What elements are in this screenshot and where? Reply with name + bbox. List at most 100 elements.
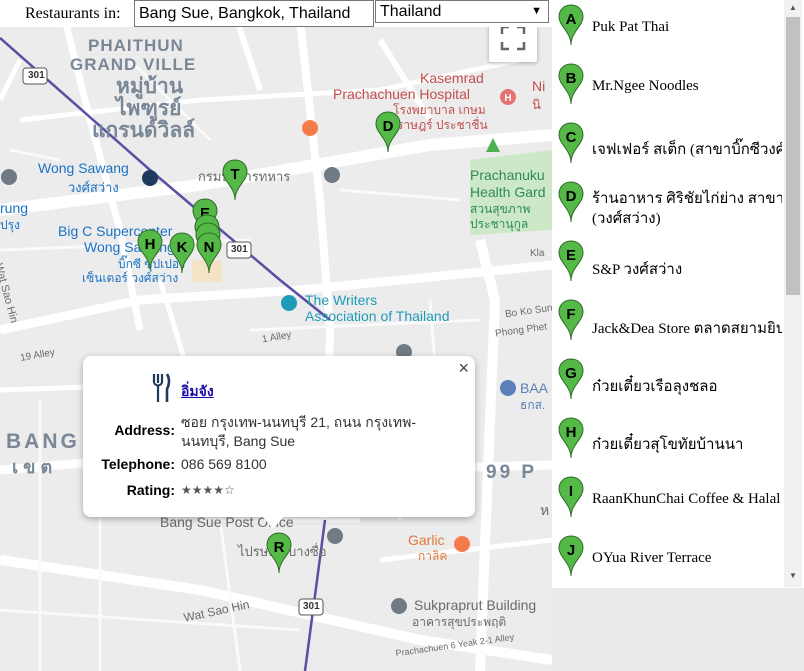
marker-pin: E: [558, 240, 584, 282]
list-item-name: Jack&Dea Store ตลาดสยามยิปซี: [592, 321, 782, 337]
map-label-wong-sawang-th: วงศ์สว่าง: [68, 180, 119, 195]
map-label-phaithun: PHAITHUN: [88, 36, 184, 55]
address-value: ซอย กรุงเทพ-นนทบุรี 21, ถนน กรุงเทพ-นนทบ…: [181, 414, 416, 449]
country-select[interactable]: Thailand ▼: [375, 0, 549, 23]
map-label-kasemrad-2: Prachachuen Hospital: [333, 86, 470, 102]
marker-letter: H: [144, 236, 156, 253]
rating-label: Rating:: [126, 482, 175, 498]
map-label-rung: rung: [0, 200, 29, 216]
marker-letter: N: [203, 239, 215, 256]
map-label-baa: BAA: [520, 380, 549, 396]
list-item[interactable]: G ก๋วยเตี๋ยวเรือลุงชลอ: [552, 354, 782, 410]
marker-letter: E: [565, 247, 576, 264]
list-item-name: ก๋วยเตี๋ยวสุโขทัยบ้านนา: [592, 437, 744, 453]
marker-letter: G: [565, 365, 577, 382]
list-item-name: OYua River Terrace: [592, 550, 712, 566]
location-input[interactable]: [134, 0, 374, 27]
marker-pin: B: [558, 63, 584, 105]
scrollbar-thumb[interactable]: [786, 17, 800, 295]
list-item-name: Puk Pat Thai: [592, 19, 670, 35]
marker-letter: I: [568, 483, 574, 500]
list-item-name-line2: (วงศ์สว่าง): [592, 211, 661, 227]
map-label-route-301-b: 301: [231, 244, 248, 255]
marker-letter: R: [273, 539, 285, 556]
info-window-tail: [261, 515, 285, 529]
map-marker-r[interactable]: R: [266, 532, 292, 574]
list-item-name: S&P วงศ์สว่าง: [592, 262, 683, 278]
map-label-prung: ปรุง: [0, 218, 20, 232]
scroll-down-icon[interactable]: ▼: [789, 571, 797, 580]
rating-stars: ★★★★☆: [181, 483, 235, 497]
marker-pin: F: [558, 299, 584, 341]
map-label-bang: BANG: [6, 430, 80, 453]
list-item-name: ก๋วยเตี๋ยวเรือลุงชลอ: [592, 379, 718, 395]
list-item[interactable]: D ร้านอาหาร ศิริชัยไก่ย่าง สาขาบางซื่อ (…: [552, 177, 782, 233]
map-label-mi: ห: [540, 502, 550, 518]
map-label-wong-sawang: Wong Sawang: [38, 160, 129, 176]
map-label-garlic-2: กาลิค: [418, 549, 448, 563]
map[interactable]: H PHAITHUN GRAND VILLE หมู่บ้าน ไพฑูรย์ …: [0, 0, 552, 671]
map-marker-d[interactable]: D: [375, 111, 401, 153]
svg-text:H: H: [504, 93, 511, 104]
map-label-sukpra-1: Sukpraprut Building: [414, 597, 537, 613]
marker-pin: J: [558, 535, 584, 577]
map-label-route-301-c: 301: [303, 601, 320, 612]
map-label-writers-2: Association of Thailand: [305, 308, 450, 324]
map-label-baa-th: ธกส.: [520, 398, 546, 412]
marker-letter: F: [566, 306, 576, 323]
map-label-route-301-a: 301: [28, 70, 45, 81]
map-label-prachanukul-2: Health Gard: [470, 184, 546, 200]
country-select-value: Thailand: [380, 3, 442, 20]
map-marker-n[interactable]: N: [196, 232, 222, 274]
list-item[interactable]: A Puk Pat Thai: [552, 0, 782, 56]
marker-letter: T: [230, 166, 240, 183]
map-label-kasemrad-4: ราษฎร์ ประชาชื่น: [397, 118, 488, 132]
marker-letter: H: [565, 424, 577, 441]
marker-pin: G: [558, 358, 584, 400]
list-item-name: RaanKhunChai Coffee & Halal: [592, 491, 781, 507]
scroll-up-icon[interactable]: ▲: [789, 3, 797, 12]
scrollbar[interactable]: ▲ ▼: [784, 0, 802, 587]
map-marker-k[interactable]: K: [169, 232, 195, 274]
map-label-ni: Ni: [532, 78, 546, 94]
marker-letter: A: [565, 11, 577, 28]
map-label-kla: Kla: [530, 248, 545, 259]
list-item[interactable]: E S&P วงศ์สว่าง: [552, 236, 782, 292]
map-label-garlic-1: Garlic: [408, 532, 445, 548]
telephone-label: Telephone:: [101, 456, 175, 472]
address-label: Address:: [114, 422, 175, 438]
marker-letter: D: [382, 118, 394, 135]
chevron-down-icon: ▼: [531, 5, 542, 17]
map-label-village-th-3: แกรนด์วิลล์: [92, 119, 196, 142]
list-item-name: เจฟเฟอร์ สเต็ก (สาขาบิ๊กซีวงศ์สว่าง): [592, 142, 782, 158]
marker-letter: B: [565, 70, 577, 87]
map-label-writers-1: The Writers: [305, 292, 378, 308]
map-label-prachanukul-1: Prachanuku: [470, 167, 545, 183]
info-window-name[interactable]: อิ่มจัง: [181, 381, 214, 403]
map-label-prachanukul-4: ประชานุกูล: [470, 217, 529, 231]
list-item[interactable]: J OYua River Terrace: [552, 531, 782, 587]
list-item[interactable]: C เจฟเฟอร์ สเต็ก (สาขาบิ๊กซีวงศ์สว่าง): [552, 118, 782, 174]
panel-background: [552, 588, 804, 671]
marker-pin: C: [558, 122, 584, 164]
results-list[interactable]: A Puk Pat Thai B Mr.Ngee Noodles C เจฟเฟ…: [552, 0, 804, 671]
marker-pin: D: [558, 181, 584, 223]
map-label-kasemrad-1: Kasemrad: [420, 70, 484, 86]
telephone-value: 086 569 8100: [181, 456, 267, 472]
list-item[interactable]: H ก๋วยเตี๋ยวสุโขทัยบ้านนา: [552, 413, 782, 469]
marker-letter: C: [565, 129, 577, 146]
marker-letter: K: [176, 239, 188, 256]
close-button[interactable]: ×: [458, 358, 469, 379]
marker-pin: H: [558, 417, 584, 459]
map-marker-t[interactable]: T: [222, 159, 248, 201]
search-bar: Restaurants in: Thailand ▼: [0, 0, 552, 27]
map-label-bigc-4: เซ็นเตอร์ วงศ์สว่าง: [82, 271, 179, 285]
list-item-name: Mr.Ngee Noodles: [592, 78, 699, 94]
marker-letter: J: [566, 542, 576, 559]
map-marker-h[interactable]: H: [137, 229, 163, 271]
list-item[interactable]: F Jack&Dea Store ตลาดสยามยิปซี: [552, 295, 782, 351]
map-label-ni-th: นิ: [532, 97, 541, 112]
map-label-khet: เขต: [12, 457, 58, 477]
list-item[interactable]: I RaanKhunChai Coffee & Halal: [552, 472, 782, 528]
list-item[interactable]: B Mr.Ngee Noodles: [552, 59, 782, 115]
